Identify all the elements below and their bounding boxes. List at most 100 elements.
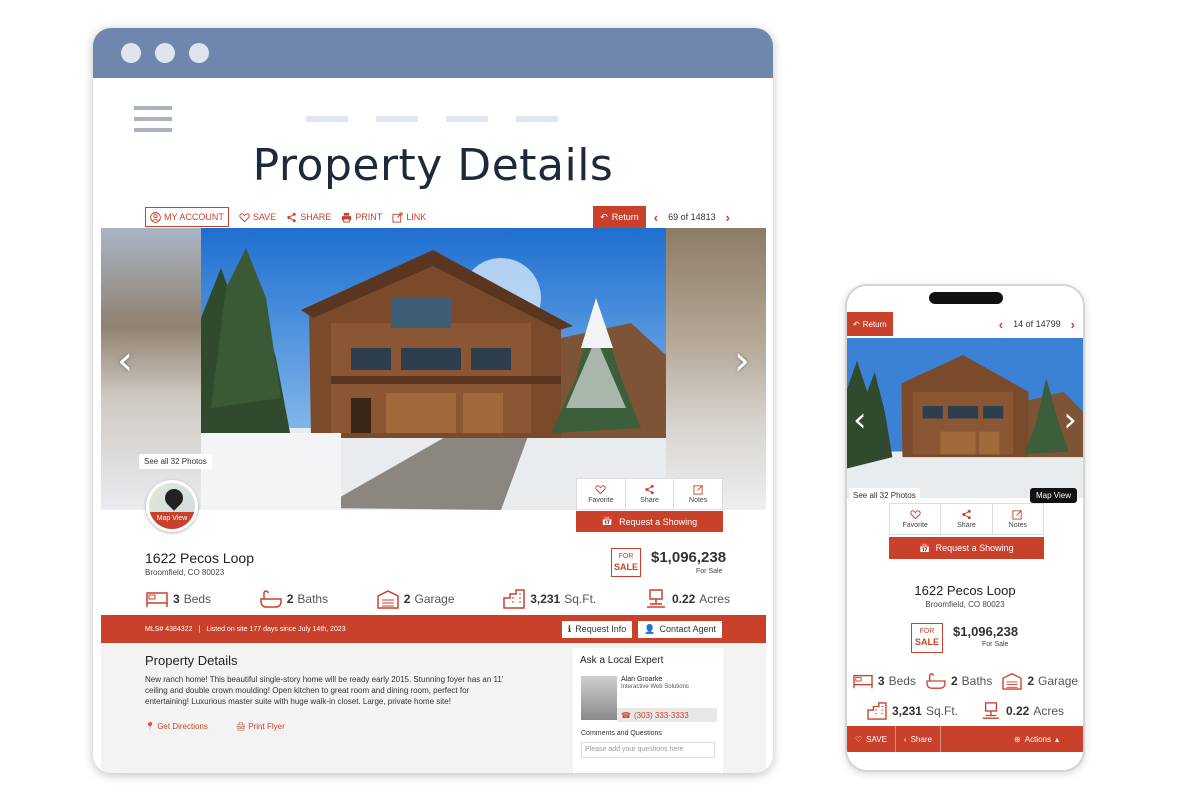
- my-account-button[interactable]: MY ACCOUNT: [145, 207, 229, 227]
- notes-label: Notes: [689, 497, 708, 504]
- plus-circle-icon: ⊕: [1014, 734, 1021, 744]
- mobile-request-showing-button[interactable]: 📅 Request a Showing: [889, 537, 1044, 559]
- feature-sqft-value: 3,231: [530, 592, 561, 606]
- nav-item-placeholder[interactable]: [376, 116, 418, 122]
- gallery-next-arrow-icon[interactable]: ›: [734, 338, 750, 384]
- hamburger-menu-icon[interactable]: [134, 106, 172, 139]
- print-flyer-link[interactable]: 🖨 Print Flyer: [236, 722, 285, 731]
- mobile-feature-sqft: 3,231 Sq.Ft.: [866, 702, 958, 720]
- mobile-feature-row-1: 3 Beds 2 Baths 2 Garage: [847, 672, 1083, 690]
- phone-notch: [929, 292, 1003, 304]
- request-showing-button[interactable]: 📅 Request a Showing: [576, 511, 723, 532]
- mobile-for-sale-badge-sale: SALE: [914, 637, 939, 647]
- chevron-right-icon[interactable]: ›: [726, 210, 730, 225]
- print-button[interactable]: PRINT: [341, 207, 382, 227]
- listing-price: $1,096,238: [651, 549, 727, 566]
- feature-baths-value: 2: [286, 592, 294, 606]
- mobile-return-label: Return: [862, 319, 887, 329]
- favorite-label: Favorite: [588, 497, 614, 504]
- mobile-actions-button[interactable]: ⊕ Actions ▴: [1006, 726, 1083, 752]
- mobile-notes-label: Notes: [1008, 522, 1027, 529]
- link-button[interactable]: LINK: [392, 207, 426, 227]
- details-title: Property Details: [145, 653, 238, 668]
- calendar-icon: 📅: [601, 516, 614, 526]
- feature-garage-value: 2: [403, 592, 411, 606]
- mobile-feature-garage-unit: Garage: [1038, 674, 1079, 688]
- comments-input[interactable]: Please add your questions here: [581, 742, 715, 758]
- mobile-feature-garage-value: 2: [1027, 674, 1035, 688]
- save-button[interactable]: SAVE: [239, 207, 276, 227]
- pager-text: 69 of 14813: [668, 212, 716, 222]
- nav-item-placeholder[interactable]: [516, 116, 558, 122]
- mobile-feature-acres: 0.22 Acres: [980, 702, 1064, 720]
- notes-button[interactable]: Notes: [674, 479, 722, 509]
- caret-up-icon: ▴: [1054, 734, 1059, 744]
- listing-actions: Favorite Share Notes: [576, 478, 723, 510]
- share-icon: [645, 484, 654, 495]
- mobile-save-button[interactable]: ♡ SAVE: [847, 726, 896, 752]
- mobile-main-photo[interactable]: ‹ ›: [847, 338, 1083, 498]
- gallery-next-photo[interactable]: [666, 228, 766, 510]
- acres-icon: [982, 702, 1000, 719]
- share-action-button[interactable]: Share: [626, 479, 675, 509]
- details-links: 📍 Get Directions 🖨 Print Flyer: [145, 722, 285, 731]
- nav-item-placeholder[interactable]: [306, 116, 348, 122]
- mobile-favorite-button[interactable]: Favorite: [890, 504, 942, 534]
- notes-icon: [1012, 510, 1023, 520]
- feature-acres: 0.22 Acres: [644, 589, 730, 609]
- gallery-main-photo[interactable]: [201, 228, 669, 510]
- window-dot-close[interactable]: [121, 43, 141, 63]
- mobile-feature-garage: 2 Garage: [1001, 672, 1078, 690]
- contact-agent-button[interactable]: 👤 Contact Agent: [638, 620, 722, 638]
- mobile-see-all-photos-button[interactable]: See all 32 Photos: [849, 488, 920, 503]
- for-sale-badge-for: FOR: [618, 553, 634, 560]
- mobile-notes-button[interactable]: Notes: [993, 504, 1043, 534]
- desktop-browser-window: Property Details MY ACCOUNT SAVE SHARE P…: [93, 28, 773, 773]
- mobile-listing-status: For Sale: [982, 641, 1009, 648]
- chevron-right-icon[interactable]: ›: [1071, 317, 1075, 332]
- feature-acres-unit: Acres: [699, 592, 730, 606]
- mobile-share-button[interactable]: Share: [941, 504, 993, 534]
- mobile-share-bottom-label: Share: [910, 734, 932, 744]
- mobile-for-sale-badge: FOR SALE: [911, 623, 943, 653]
- mls-number: MLS# 4384322: [145, 625, 193, 633]
- heart-icon: ♡: [855, 734, 863, 744]
- calendar-icon: 📅: [919, 542, 931, 553]
- agent-name: Alan Groarke: [621, 676, 663, 683]
- agent-phone[interactable]: ☎ (303) 333-3333: [617, 708, 717, 722]
- mobile-feature-acres-unit: Acres: [1033, 704, 1065, 718]
- gallery-prev-arrow-icon[interactable]: ‹: [117, 338, 133, 384]
- mobile-actions-label: Actions: [1024, 734, 1051, 744]
- window-dot-maximize[interactable]: [189, 43, 209, 63]
- get-directions-link[interactable]: 📍 Get Directions: [145, 722, 208, 731]
- listing-pager: ‹ 69 of 14813 ›: [654, 210, 730, 225]
- window-dot-minimize[interactable]: [155, 43, 175, 63]
- photo-gallery: ‹ › See all 32 Photos: [101, 228, 766, 510]
- phone-icon: ☎: [621, 710, 631, 720]
- favorite-button[interactable]: Favorite: [577, 479, 626, 509]
- garage-icon: [1002, 673, 1023, 690]
- request-info-label: Request Info: [575, 624, 627, 634]
- nav-item-placeholder[interactable]: [446, 116, 488, 122]
- mobile-prev-arrow-icon[interactable]: ‹: [853, 400, 867, 440]
- bed-icon: [146, 592, 168, 607]
- see-all-photos-button[interactable]: See all 32 Photos: [139, 454, 212, 469]
- agent-company: Interactive Web Solutions: [621, 684, 689, 690]
- feature-beds-value: 3: [173, 592, 180, 606]
- print-icon: 🖨: [235, 722, 247, 731]
- request-info-button[interactable]: ℹ Request Info: [561, 620, 633, 638]
- for-sale-badge-sale: SALE: [613, 562, 638, 572]
- chevron-left-icon[interactable]: ‹: [999, 317, 1003, 332]
- mobile-next-arrow-icon[interactable]: ›: [1063, 400, 1077, 440]
- print-label: PRINT: [355, 212, 383, 222]
- map-view-button[interactable]: Map View: [146, 480, 198, 532]
- feature-list: 3 Beds 2 Baths 2 Garage 3,231 Sq.Ft. 0.22 Acr…: [145, 586, 730, 612]
- browser-title-bar: [93, 28, 773, 78]
- return-button[interactable]: ↶ Return: [593, 206, 646, 228]
- mobile-return-button[interactable]: ↶ Return: [847, 312, 893, 336]
- chevron-left-icon[interactable]: ‹: [654, 210, 658, 225]
- mobile-share-bottom-button[interactable]: ‹ Share: [896, 726, 941, 752]
- mobile-map-view-button[interactable]: Map View: [1030, 488, 1077, 503]
- share-button[interactable]: SHARE: [286, 207, 331, 227]
- my-account-label: MY ACCOUNT: [164, 212, 224, 222]
